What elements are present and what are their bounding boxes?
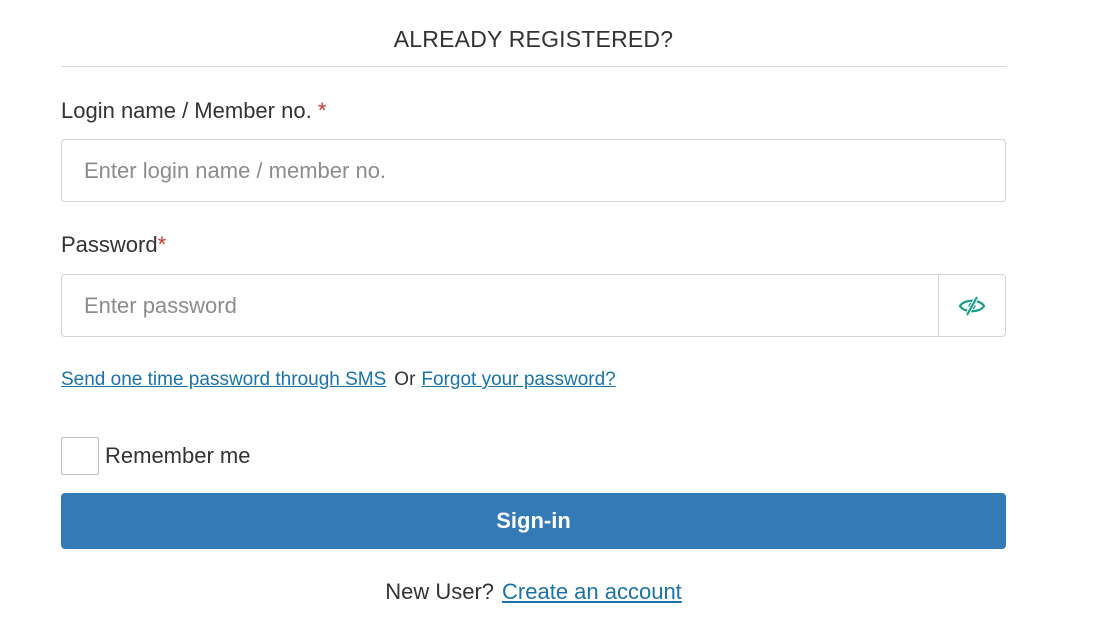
login-input-container bbox=[61, 139, 1006, 202]
password-input-container bbox=[61, 274, 1006, 337]
new-user-row: New User? Create an account bbox=[61, 579, 1006, 605]
remember-me-checkbox[interactable] bbox=[61, 437, 99, 475]
password-input[interactable] bbox=[62, 275, 938, 336]
new-user-text: New User? bbox=[385, 579, 495, 604]
sign-in-button[interactable]: Sign-in bbox=[61, 493, 1006, 549]
remember-me-row: Remember me bbox=[61, 437, 250, 475]
forgot-password-link[interactable]: Forgot your password? bbox=[421, 369, 615, 390]
heading-divider bbox=[61, 66, 1006, 67]
password-required-mark: * bbox=[157, 232, 167, 257]
create-account-link[interactable]: Create an account bbox=[502, 579, 682, 604]
password-field-label: Password* bbox=[61, 232, 166, 258]
password-visibility-toggle[interactable] bbox=[938, 275, 1005, 336]
remember-me-label[interactable]: Remember me bbox=[105, 443, 250, 469]
sms-otp-link[interactable]: Send one time password through SMS bbox=[61, 369, 386, 390]
links-separator: Or bbox=[394, 369, 416, 390]
eye-slash-icon bbox=[958, 295, 986, 316]
password-label-text: Password bbox=[61, 232, 158, 257]
login-required-mark: * bbox=[317, 98, 327, 123]
password-help-links: Send one time password through SMS Or Forg… bbox=[61, 369, 616, 391]
login-panel: ALREADY REGISTERED? Login name / Member … bbox=[0, 0, 1117, 637]
section-heading: ALREADY REGISTERED? bbox=[393, 26, 674, 52]
login-field-label: Login name / Member no. * bbox=[61, 98, 326, 124]
login-name-input[interactable] bbox=[62, 140, 1005, 201]
login-label-text: Login name / Member no. bbox=[61, 98, 312, 123]
